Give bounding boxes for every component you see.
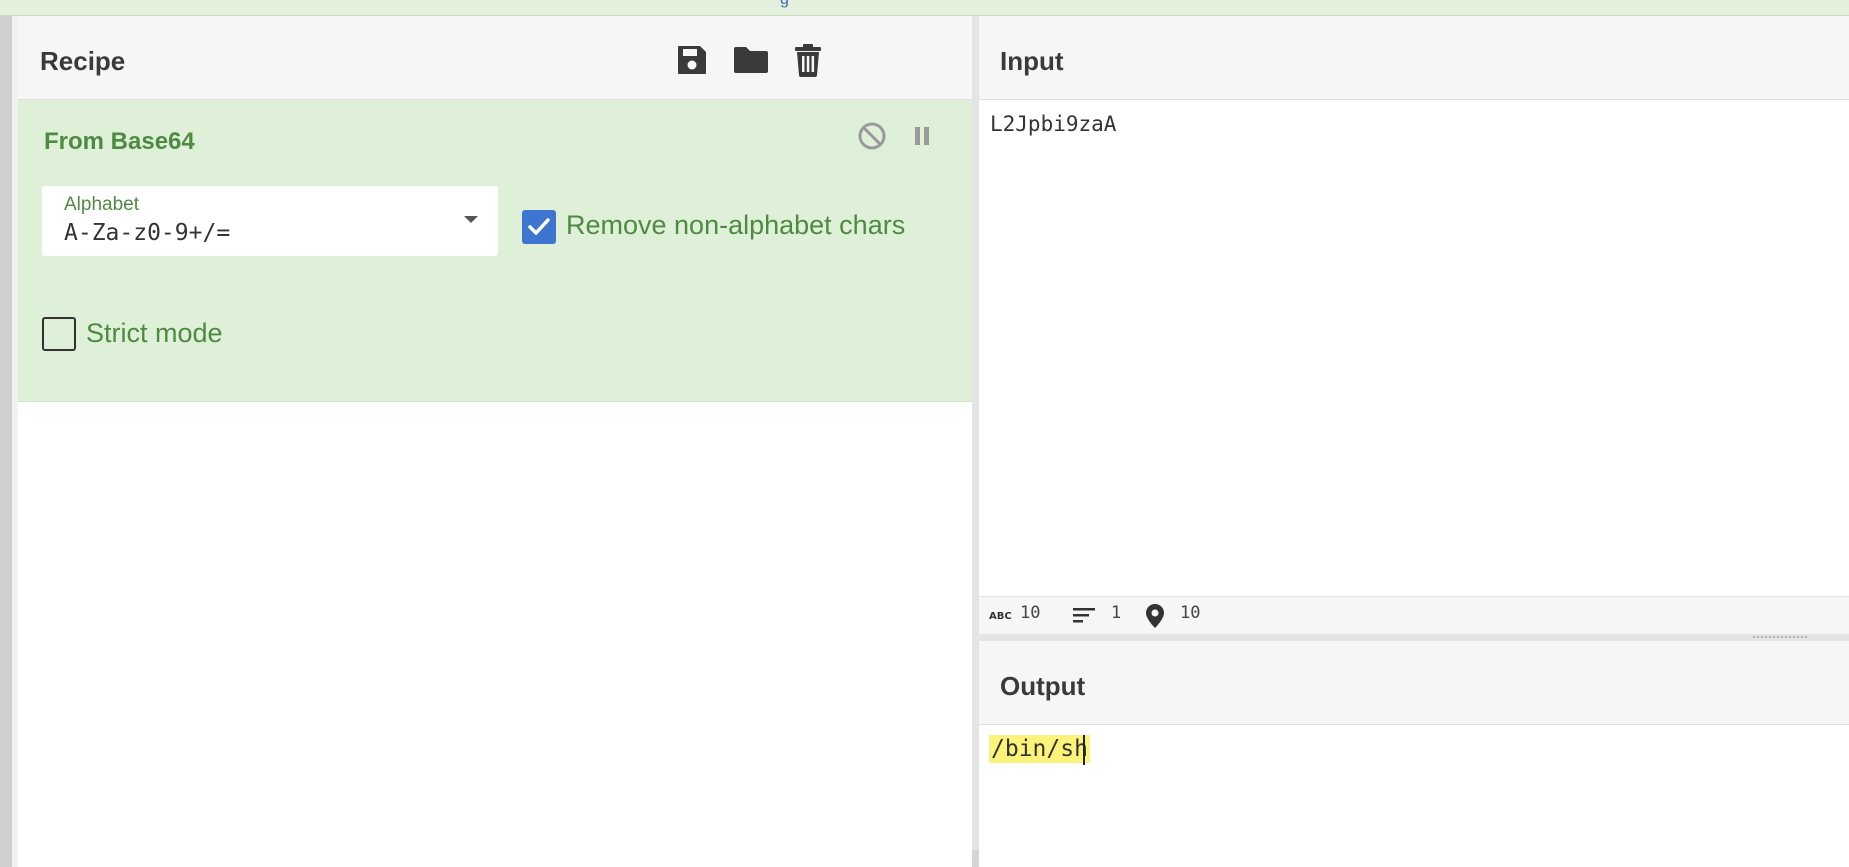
output-header: Output [979, 641, 1849, 725]
input-title: Input [1000, 46, 1064, 76]
banner-link-fragment[interactable]: g [780, 0, 789, 9]
pause-icon [915, 127, 929, 145]
operation-title: From Base64 [44, 128, 195, 155]
char-count-icon: ABC [989, 611, 1012, 621]
clear-recipe-button[interactable] [788, 40, 828, 80]
load-recipe-button[interactable] [731, 40, 771, 80]
left-gutter [0, 16, 12, 867]
input-panel: Input L2Jpbi9zaA ABC 10 1 10 [979, 16, 1849, 634]
disable-icon [858, 122, 886, 150]
column-resize-grip[interactable] [972, 850, 979, 867]
alphabet-label: Alphabet [64, 194, 140, 215]
row-resize-handle[interactable] [979, 634, 1849, 641]
breakpoint-button[interactable] [904, 118, 940, 154]
trash-icon [795, 44, 821, 77]
recipe-title: Recipe [40, 46, 126, 76]
operation-card[interactable]: From Base64 Alphabet A-Za-z0-9+/= Remove… [18, 100, 972, 402]
checkmark-icon [528, 218, 550, 235]
strict-mode-label[interactable]: Strict mode [86, 318, 223, 349]
svg-text:ABC: ABC [989, 611, 1012, 621]
output-title: Output [1000, 671, 1086, 701]
save-icon [678, 46, 706, 74]
remove-non-alphabet-label[interactable]: Remove non-alphabet chars [566, 210, 905, 241]
strict-mode-checkbox[interactable] [42, 317, 76, 351]
alphabet-dropdown[interactable]: Alphabet A-Za-z0-9+/= [42, 186, 498, 256]
grip-dots-icon [1753, 636, 1807, 639]
recipe-header: Recipe [18, 16, 972, 100]
cursor-position: 10 [1180, 603, 1201, 623]
output-text[interactable]: /bin/sh [989, 735, 1090, 763]
caret-down-icon [464, 216, 478, 223]
input-header: Input [979, 16, 1849, 100]
folder-icon [734, 47, 768, 73]
column-resize-handle[interactable] [972, 16, 979, 867]
line-count: 1 [1111, 603, 1122, 623]
disable-operation-button[interactable] [854, 118, 890, 154]
location-pin-icon [1146, 604, 1164, 628]
remove-non-alphabet-checkbox[interactable] [522, 210, 556, 244]
input-textarea[interactable]: L2Jpbi9zaA [990, 112, 1116, 136]
char-count: 10 [1020, 603, 1041, 623]
output-panel: Output /bin/sh [979, 641, 1849, 867]
save-recipe-button[interactable] [672, 40, 712, 80]
lines-icon [1073, 608, 1095, 623]
alphabet-value: A-Za-z0-9+/= [64, 220, 231, 246]
recipe-panel: Recipe From Base64 Alphabet A-Za-z0-9+/=… [18, 16, 972, 867]
input-status-bar: ABC 10 1 10 [979, 596, 1849, 634]
text-cursor [1083, 735, 1085, 765]
top-banner: g [0, 0, 1849, 16]
